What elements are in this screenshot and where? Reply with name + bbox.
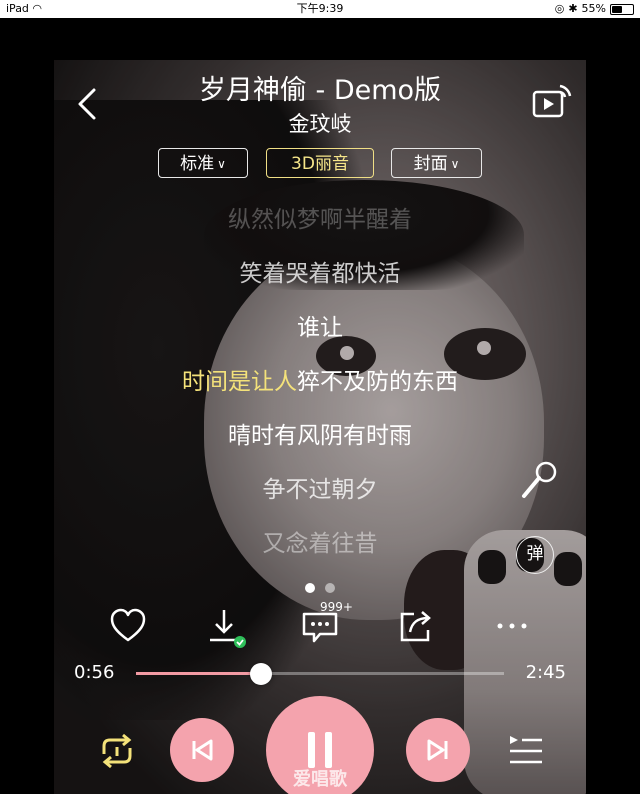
share-icon [400, 611, 431, 642]
quality-label: 标准 [180, 154, 215, 174]
view-dropdown[interactable]: 封面 ∨ [391, 148, 482, 178]
like-button[interactable] [106, 604, 150, 648]
battery-percent: 55% [581, 2, 606, 15]
mode-selector-row: 标准 ∨ 3D丽音 封面 ∨ [54, 148, 586, 180]
cast-button[interactable] [530, 82, 574, 122]
page-dot [325, 583, 335, 593]
previous-icon [192, 739, 213, 761]
lyric-line: 纵然似梦啊半醒着 [228, 207, 412, 233]
progress-row: 0:56 2:45 [54, 660, 586, 688]
chevron-down-icon: ∨ [450, 157, 460, 171]
status-time: 下午9:39 [296, 2, 344, 15]
progress-thumb[interactable] [250, 663, 273, 685]
watermark-logo: 爱唱歌 [293, 769, 347, 790]
chevron-left-icon [78, 88, 96, 120]
lyric-line-current: 时间是让人猝不及防的东西 [54, 362, 586, 396]
action-bar: 999+ [54, 600, 586, 654]
status-bar: iPad ◠ 下午9:39 ◎ ✱ 55% [0, 0, 640, 18]
lyric-line: 晴时有风阴有时雨 [228, 423, 412, 449]
lyric-remaining-part: 猝不及防的东西 [297, 369, 458, 395]
sound-effect-button[interactable]: 3D丽音 [266, 148, 374, 178]
bluetooth-icon: ✱ [568, 2, 578, 15]
next-icon [427, 739, 448, 761]
cast-screen-icon [532, 84, 572, 118]
current-time: 0:56 [74, 662, 115, 683]
view-label: 封面 [413, 154, 448, 174]
more-icon [497, 623, 527, 629]
sound-effect-label: 3D丽音 [291, 154, 349, 174]
page-indicator [54, 578, 586, 597]
progress-slider[interactable] [136, 663, 504, 685]
lyric-line: 谁让 [297, 315, 343, 341]
danmu-button[interactable]: 弹 [516, 536, 554, 574]
heart-icon [110, 608, 146, 642]
more-button[interactable] [490, 604, 534, 648]
lyric-sung-part: 时间是让人 [182, 369, 297, 395]
download-button[interactable] [202, 604, 246, 648]
comment-button[interactable]: 999+ [298, 600, 353, 648]
microphone-icon [522, 461, 557, 498]
quality-dropdown[interactable]: 标准 ∨ [158, 148, 248, 178]
lyric-line: 笑着哭着都快活 [239, 261, 401, 287]
battery-fill [612, 5, 623, 13]
lock-rotation-icon: ◎ [554, 2, 565, 15]
chevron-down-icon: ∨ [217, 157, 226, 171]
song-artist[interactable]: 金玟岐 [114, 108, 526, 138]
karaoke-mic-button[interactable] [516, 460, 560, 504]
lyric-line: 争不过朝夕 [262, 477, 378, 503]
page-dot-active [305, 583, 315, 593]
status-right: ◎ ✱ 55% [555, 0, 634, 18]
share-button[interactable] [394, 604, 438, 648]
downloaded-check-icon [234, 636, 246, 648]
progress-played [136, 672, 262, 675]
player-screen: 岁月神偷 - Demo版 金玟岐 标准 ∨ 3D丽音 封面 ∨ 纵然似梦啊半醒着 笑… [54, 60, 586, 794]
comment-count-badge: 999+ [320, 600, 353, 614]
back-button[interactable] [72, 84, 104, 124]
battery-icon [610, 3, 634, 15]
download-icon [210, 610, 246, 648]
song-title: 岁月神偷 - Demo版 [198, 75, 442, 106]
total-time: 2:45 [525, 662, 566, 683]
lyric-line: 又念着往昔 [262, 531, 378, 557]
